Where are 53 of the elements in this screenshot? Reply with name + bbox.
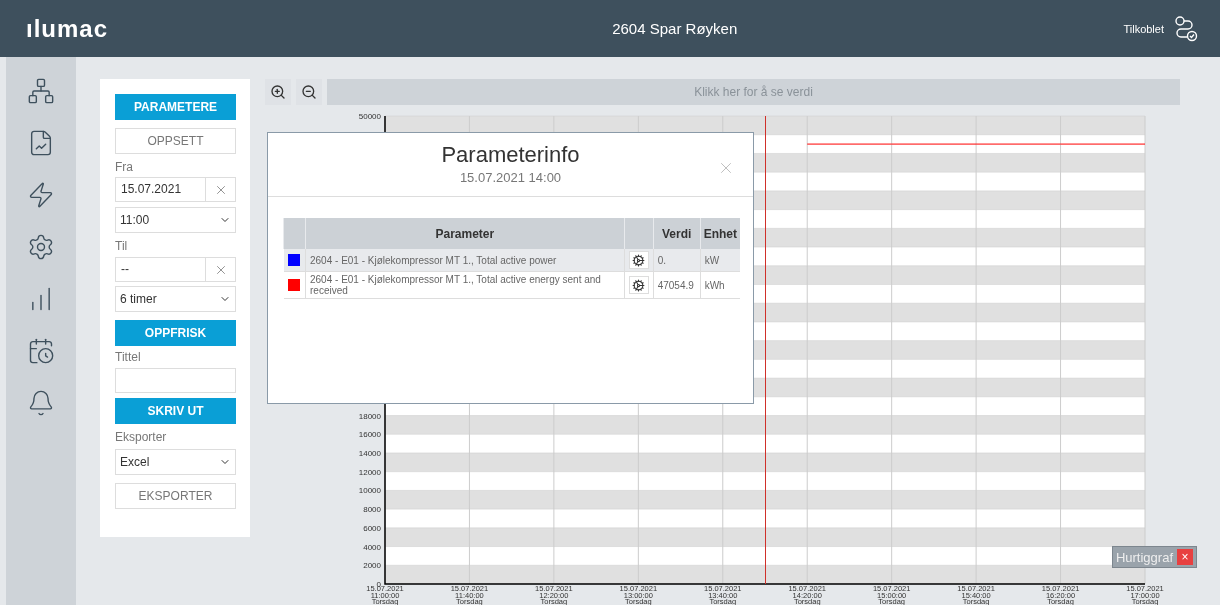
panel-tab[interactable]: PARAMETERE xyxy=(115,94,236,120)
zoom-in-icon xyxy=(270,84,286,100)
column-header: Parameter xyxy=(305,218,625,249)
table-cell: kW xyxy=(700,249,740,272)
zoom-out-button[interactable] xyxy=(296,79,322,105)
time-select[interactable]: 11:00 xyxy=(115,207,236,233)
connection-icon xyxy=(1174,15,1198,42)
table-cell: 47054.9 xyxy=(653,271,701,299)
export-button[interactable]: EKSPORTER xyxy=(115,483,236,509)
table-cell: 2604 - E01 - Kjølekompressor MT 1., Total active energy sent and received xyxy=(305,271,625,299)
y-tick-label: 50000 xyxy=(358,112,381,121)
calendar-clock-icon[interactable] xyxy=(27,337,55,365)
bell-icon[interactable] xyxy=(27,389,55,417)
field-label: Fra xyxy=(115,160,134,175)
column-header: Enhet xyxy=(700,218,740,249)
settings-icon[interactable] xyxy=(27,233,55,261)
field-label: Tittel xyxy=(115,350,142,365)
y-tick-label: 8000 xyxy=(363,505,381,515)
y-tick-label: 2000 xyxy=(363,561,381,571)
dialog-title: Parameterinfo xyxy=(441,142,580,168)
table-cell: 0. xyxy=(653,249,701,272)
refresh-button[interactable]: OPPFRISK xyxy=(115,320,236,346)
column-header: Verdi xyxy=(653,218,701,249)
site-title: 2604 Spar Røyken xyxy=(611,20,739,37)
zoom-out-icon xyxy=(301,84,317,100)
date-field[interactable]: -- xyxy=(115,257,236,282)
print-button[interactable]: SKRIV UT xyxy=(115,398,236,424)
panel-tab[interactable]: OPPSETT xyxy=(115,128,236,154)
field-label: Eksporter xyxy=(115,430,168,445)
title-field[interactable] xyxy=(115,368,236,393)
y-tick-label: 4000 xyxy=(363,542,381,552)
logo: ılumac xyxy=(26,14,110,43)
zoom-in-button[interactable] xyxy=(265,79,291,105)
format-select[interactable]: Excel xyxy=(115,449,236,475)
y-tick-label: 10000 xyxy=(358,486,381,496)
y-tick-label: 12000 xyxy=(358,467,381,477)
y-tick-label: 14000 xyxy=(358,448,381,458)
y-tick-label: 6000 xyxy=(363,523,381,533)
y-tick-label: 18000 xyxy=(358,411,381,421)
hierarchy-icon[interactable] xyxy=(27,77,55,105)
dialog-subtitle: 15.07.2021 14:00 xyxy=(459,170,562,185)
duration-select[interactable]: 6 timer xyxy=(115,286,236,312)
field-label: Til xyxy=(115,239,129,254)
settings-icon[interactable] xyxy=(628,251,649,269)
lightning-icon[interactable] xyxy=(27,181,55,209)
quick-graph-label: Hurtiggraf xyxy=(1115,549,1173,565)
settings-icon[interactable] xyxy=(628,276,649,294)
table-cell: 2604 - E01 - Kjølekompressor MT 1., Total active power xyxy=(305,249,625,272)
connection-status: Tilkoblet xyxy=(1123,22,1164,35)
close-button[interactable]: × xyxy=(1177,549,1193,565)
y-tick-label: 16000 xyxy=(358,430,381,440)
date-field[interactable]: 15.07.2021 xyxy=(115,177,236,202)
table-cell: kWh xyxy=(700,271,740,299)
